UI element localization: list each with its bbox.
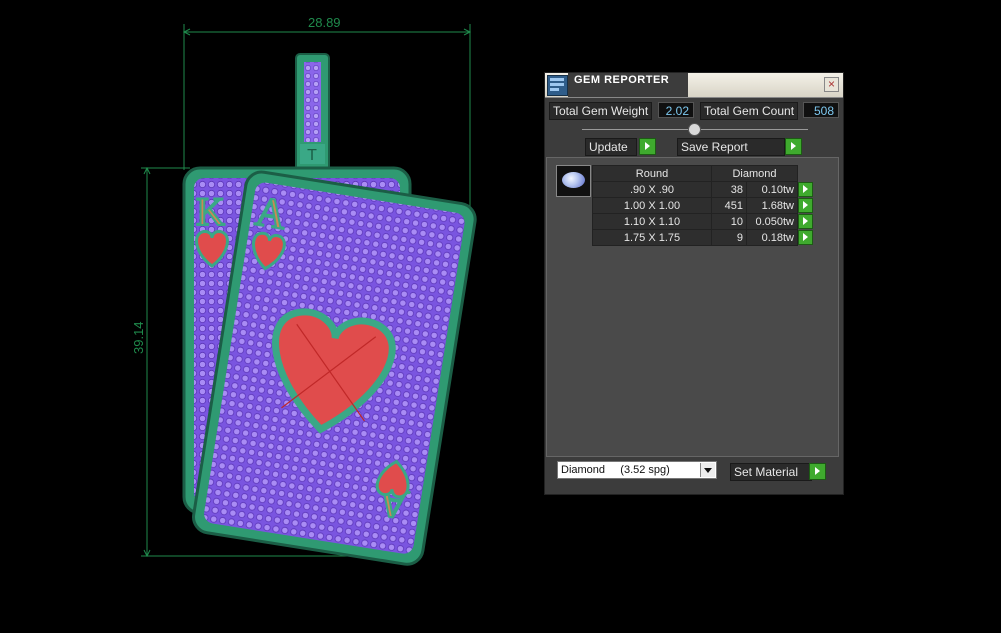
table-row: .90 X .90 38 0.10tw (592, 181, 815, 198)
gem-reporter-panel: GEM REPORTER × Total Gem Weight 2.02 Tot… (544, 72, 844, 495)
width-dimension-label: 28.89 (308, 15, 341, 30)
material-header: Diamond (711, 165, 798, 182)
gem-count: 451 (711, 197, 747, 214)
total-gem-count-label: Total Gem Count (700, 102, 799, 120)
save-report-arrow-button[interactable] (785, 138, 802, 155)
svg-text:T: T (307, 147, 317, 164)
report-icon (547, 75, 568, 96)
close-button[interactable]: × (824, 77, 839, 92)
round-gem-icon[interactable] (556, 165, 591, 197)
table-row: 1.00 X 1.00 451 1.68tw (592, 197, 815, 214)
material-dropdown-value: Diamond (3.52 spg) (561, 464, 670, 476)
gem-report-area: Round Diamond .90 X .90 38 0.10tw 1.00 X… (546, 157, 839, 457)
set-material-button[interactable]: Set Material (730, 463, 812, 481)
material-dropdown[interactable]: Diamond (3.52 spg) (557, 461, 717, 479)
row-select-button[interactable] (798, 214, 813, 229)
total-gem-count-value: 508 (803, 102, 839, 118)
total-gem-weight-value: 2.02 (658, 102, 694, 118)
chevron-down-icon[interactable] (700, 463, 715, 477)
shape-header: Round (592, 165, 712, 182)
update-button[interactable]: Update (585, 138, 637, 156)
model-viewport[interactable]: T K A A 28.89 39.14 (0, 0, 540, 633)
panel-titlebar[interactable]: GEM REPORTER × (545, 73, 843, 98)
gem-weight: 0.10tw (746, 181, 798, 198)
update-arrow-button[interactable] (639, 138, 656, 155)
gem-weight: 1.68tw (746, 197, 798, 214)
gem-count: 38 (711, 181, 747, 198)
gem-weight: 0.050tw (746, 213, 798, 230)
table-row: 1.75 X 1.75 9 0.18tw (592, 229, 815, 246)
gem-count: 10 (711, 213, 747, 230)
panel-slider-knob[interactable] (688, 123, 701, 136)
svg-text:K: K (196, 189, 225, 234)
gem-weight: 0.18tw (746, 229, 798, 246)
row-select-button[interactable] (798, 230, 813, 245)
gem-table: Round Diamond .90 X .90 38 0.10tw 1.00 X… (592, 165, 815, 246)
total-gem-weight-label: Total Gem Weight (549, 102, 653, 120)
gem-size: 1.10 X 1.10 (592, 213, 712, 230)
gem-size: .90 X .90 (592, 181, 712, 198)
table-row: 1.10 X 1.10 10 0.050tw (592, 213, 815, 230)
gem-count: 9 (711, 229, 747, 246)
panel-title: GEM REPORTER (574, 74, 670, 86)
row-select-button[interactable] (798, 198, 813, 213)
pendant-model: T K A A (141, 24, 477, 566)
save-report-button[interactable]: Save Report (677, 138, 785, 156)
gem-size: 1.75 X 1.75 (592, 229, 712, 246)
row-select-button[interactable] (798, 182, 813, 197)
pendant-bail: T (295, 53, 330, 173)
gem-size: 1.00 X 1.00 (592, 197, 712, 214)
height-dimension-label: 39.14 (131, 321, 146, 354)
set-material-arrow-button[interactable] (809, 463, 826, 480)
